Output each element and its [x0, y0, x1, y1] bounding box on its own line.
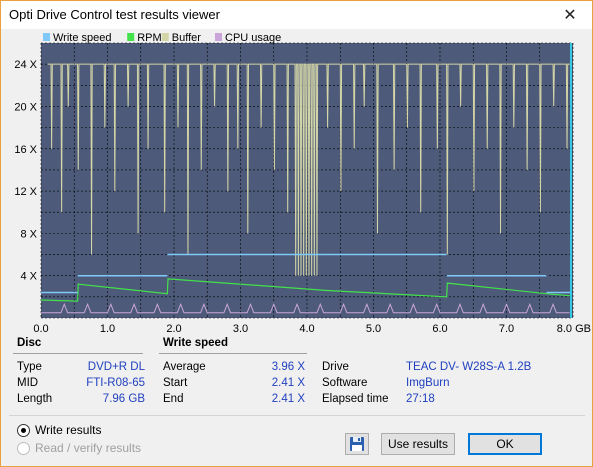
ok-button[interactable]: OK — [468, 433, 542, 455]
legend-swatch — [43, 33, 50, 41]
legend-label: RPM — [137, 32, 161, 44]
x-tick-label: 0.0 — [33, 323, 48, 335]
elapsed-value: 27:18 — [406, 393, 435, 405]
window-title: Opti Drive Control test results viewer — [9, 7, 220, 22]
write-results-label: Write results — [35, 423, 102, 437]
legend-label: Write speed — [53, 32, 112, 44]
read-verify-radio — [17, 441, 30, 455]
drive-label: Drive — [322, 361, 349, 373]
y-tick-label: 12 X — [14, 186, 37, 198]
floppy-disk-icon — [350, 437, 364, 451]
x-tick-label: 6.0 — [432, 323, 447, 335]
close-icon: ✕ — [563, 7, 577, 24]
software-label: Software — [322, 377, 368, 389]
x-tick-label: 3.0 — [233, 323, 248, 335]
drive-value: TEAC DV- W28S-A 1.2B — [406, 361, 532, 373]
footer-separator — [9, 415, 585, 416]
write-speed-separator — [159, 353, 307, 354]
results-chart: Write speed RPM Buffer CPU usage 24 X 20 X 16… — [1, 29, 592, 335]
y-tick-label: 24 X — [14, 59, 37, 71]
save-button[interactable] — [345, 433, 369, 455]
average-value: 3.96 X — [271, 361, 305, 373]
x-tick-label: 2.0 — [166, 323, 181, 335]
read-verify-option: Read / verify results — [17, 441, 141, 455]
title-bar: Opti Drive Control test results viewer ✕ — [1, 1, 592, 29]
disc-separator — [13, 353, 143, 354]
read-verify-label: Read / verify results — [35, 441, 142, 455]
legend-label: CPU usage — [225, 32, 281, 44]
x-tick-label: 8.0 GB — [557, 323, 591, 335]
x-tick-label: 7.0 — [499, 323, 514, 335]
write-results-option[interactable]: Write results — [17, 423, 101, 437]
disc-heading: Disc — [17, 337, 42, 349]
length-value: 7.96 GB — [102, 393, 145, 405]
average-label: Average — [163, 361, 206, 373]
start-value: 2.41 X — [271, 377, 305, 389]
end-label: End — [163, 393, 184, 405]
write-results-radio[interactable] — [17, 423, 30, 437]
x-tick-label: 5.0 — [366, 323, 381, 335]
legend-swatch — [161, 33, 169, 41]
y-tick-label: 16 X — [14, 144, 37, 156]
legend-swatch — [127, 33, 135, 41]
app-window: Opti Drive Control test results viewer ✕… — [0, 0, 593, 467]
end-value: 2.41 X — [271, 393, 305, 405]
y-tick-label: 4 X — [20, 271, 37, 283]
use-results-button[interactable]: Use results — [381, 433, 455, 455]
x-tick-label: 1.0 — [100, 323, 115, 335]
software-value: ImgBurn — [406, 377, 450, 389]
x-tick-label: 4.0 — [299, 323, 314, 335]
y-tick-label: 8 X — [20, 228, 37, 240]
mid-label: MID — [17, 377, 39, 389]
length-label: Length — [17, 393, 53, 405]
start-label: Start — [163, 377, 188, 389]
elapsed-label: Elapsed time — [322, 393, 389, 405]
legend-label: Buffer — [172, 32, 201, 44]
y-tick-label: 20 X — [14, 101, 37, 113]
type-label: Type — [17, 361, 42, 373]
legend-swatch — [215, 33, 222, 41]
close-button[interactable]: ✕ — [550, 1, 590, 29]
type-value: DVD+R DL — [87, 361, 145, 373]
chart-area: Write speed RPM Buffer CPU usage 24 X 20 X 16… — [1, 29, 592, 340]
write-speed-heading: Write speed — [163, 337, 228, 349]
mid-value: FTI-R08-65 — [86, 377, 145, 389]
